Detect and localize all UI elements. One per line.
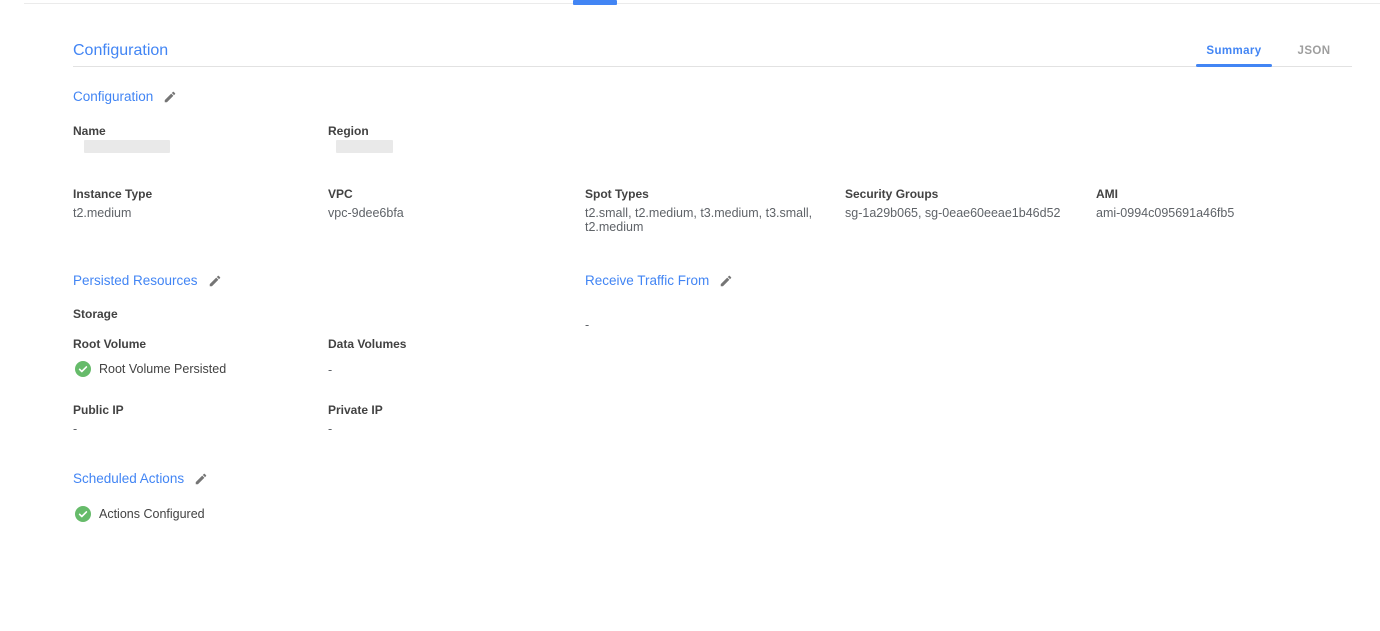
edit-configuration-icon[interactable] (163, 90, 177, 104)
root-volume-status-text: Root Volume Persisted (99, 362, 226, 376)
field-region-redacted-value (336, 140, 393, 153)
scheduled-actions-label: Scheduled Actions (73, 471, 184, 486)
tab-json[interactable]: JSON (1285, 45, 1343, 57)
field-name-label: Name (73, 124, 313, 138)
field-region: Region (328, 124, 568, 138)
field-private-ip: Private IP (328, 403, 568, 417)
top-tabbar-divider (24, 3, 1380, 4)
field-data-volumes-label: Data Volumes (328, 337, 568, 351)
configuration-section-title: Configuration (73, 89, 177, 104)
configuration-summary-page: Configuration Summary JSON Configuration… (0, 0, 1380, 631)
field-data-volumes: Data Volumes (328, 337, 568, 351)
tab-summary-active-underline (1196, 64, 1272, 67)
field-private-ip-label: Private IP (328, 403, 568, 417)
scheduled-actions-status-text: Actions Configured (99, 507, 205, 521)
field-data-volumes-value: - (328, 363, 332, 377)
field-region-label: Region (328, 124, 568, 138)
field-spot-types: Spot Types t2.small, t2.medium, t3.mediu… (585, 187, 820, 234)
field-spot-types-label: Spot Types (585, 187, 820, 201)
field-name: Name (73, 124, 313, 138)
field-ami: AMI ami-0994c095691a46fb5 (1096, 187, 1356, 221)
field-name-redacted-value (84, 140, 170, 153)
field-security-groups: Security Groups sg-1a29b065, sg-0eae60ee… (845, 187, 1090, 221)
scheduled-actions-section-title: Scheduled Actions (73, 471, 208, 486)
field-instance-type-label: Instance Type (73, 187, 313, 201)
field-public-ip: Public IP (73, 403, 313, 417)
field-security-groups-label: Security Groups (845, 187, 1090, 201)
field-ami-label: AMI (1096, 187, 1356, 201)
edit-scheduled-actions-icon[interactable] (194, 472, 208, 486)
field-instance-type-value: t2.medium (73, 207, 313, 221)
receive-traffic-from-section-title: Receive Traffic From (585, 273, 733, 288)
field-vpc-label: VPC (328, 187, 568, 201)
field-public-ip-value: - (73, 422, 77, 436)
check-circle-icon (75, 506, 91, 522)
edit-persisted-resources-icon[interactable] (208, 274, 222, 288)
field-instance-type: Instance Type t2.medium (73, 187, 313, 221)
field-root-volume: Root Volume (73, 337, 313, 351)
scheduled-actions-status: Actions Configured (75, 506, 205, 522)
persisted-resources-label: Persisted Resources (73, 273, 198, 288)
field-ami-value: ami-0994c095691a46fb5 (1096, 207, 1356, 221)
field-security-groups-value: sg-1a29b065, sg-0eae60eeae1b46d52 (845, 207, 1090, 221)
configuration-section-label: Configuration (73, 89, 153, 104)
field-private-ip-value: - (328, 422, 332, 436)
field-spot-types-value: t2.small, t2.medium, t3.medium, t3.small… (585, 207, 820, 234)
field-root-volume-label: Root Volume (73, 337, 313, 351)
check-circle-icon (75, 361, 91, 377)
edit-receive-traffic-from-icon[interactable] (719, 274, 733, 288)
tab-summary[interactable]: Summary (1196, 45, 1272, 57)
top-active-tab-indicator (573, 0, 617, 5)
storage-group-label: Storage (73, 307, 118, 321)
field-vpc-value: vpc-9dee6bfa (328, 207, 568, 221)
persisted-resources-section-title: Persisted Resources (73, 273, 222, 288)
field-vpc: VPC vpc-9dee6bfa (328, 187, 568, 221)
page-title: Configuration (73, 42, 168, 60)
header-divider (73, 66, 1352, 67)
receive-traffic-from-value: - (585, 318, 589, 332)
root-volume-status: Root Volume Persisted (75, 361, 226, 377)
field-public-ip-label: Public IP (73, 403, 313, 417)
receive-traffic-from-label: Receive Traffic From (585, 273, 709, 288)
